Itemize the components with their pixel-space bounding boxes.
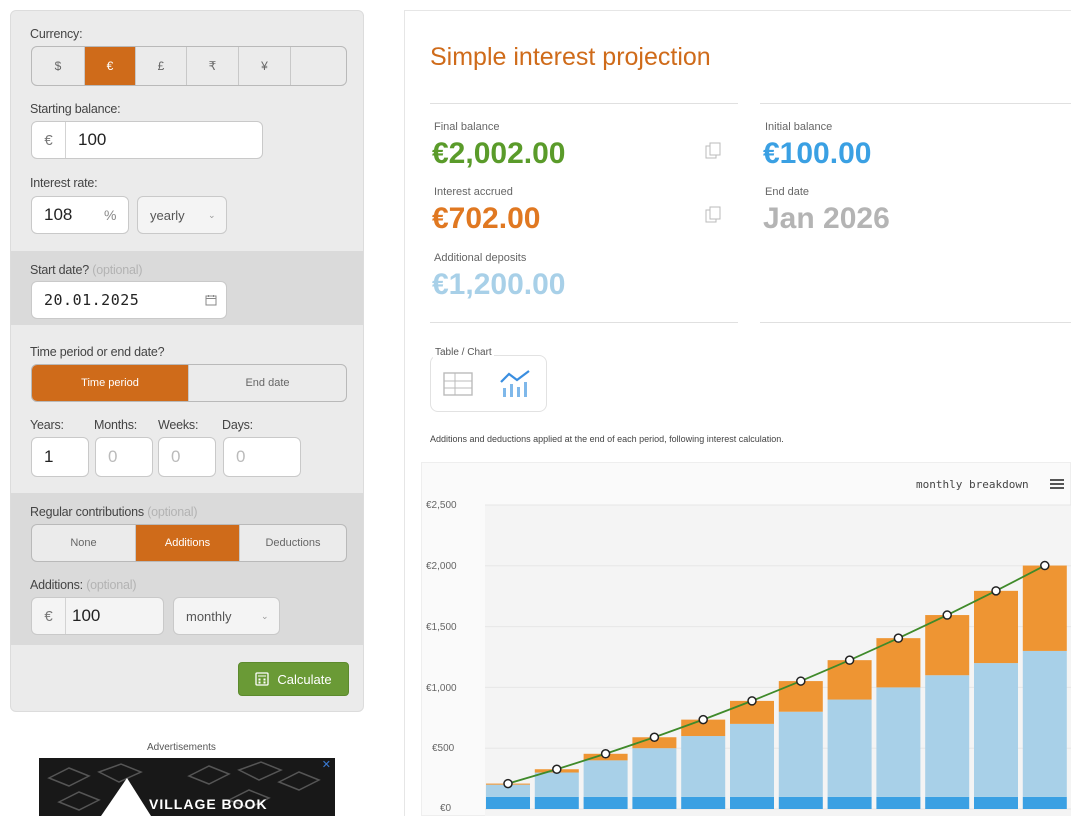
bar-base-segment[interactable] (681, 796, 726, 809)
bar-deposits-segment[interactable] (583, 760, 628, 797)
bar-deposits-segment[interactable] (730, 723, 774, 797)
bar-base-segment[interactable] (486, 796, 530, 809)
bar-base-segment[interactable] (876, 796, 921, 809)
balance-point[interactable] (844, 655, 855, 665)
balance-point[interactable] (747, 696, 757, 706)
bar-base-segment[interactable] (974, 796, 1018, 809)
bar-base-segment[interactable] (925, 796, 970, 809)
bar-deposits-segment[interactable] (1022, 650, 1067, 797)
bar-base-segment[interactable] (730, 796, 774, 809)
bar-interest-segment[interactable] (1022, 565, 1067, 651)
balance-point[interactable] (1040, 560, 1050, 571)
bar-deposits-segment[interactable] (974, 663, 1018, 797)
bar-interest-segment[interactable] (925, 615, 970, 676)
bar-interest-segment[interactable] (974, 590, 1018, 664)
balance-point[interactable] (942, 610, 952, 620)
bar-base-segment[interactable] (778, 796, 823, 809)
bar-deposits-segment[interactable] (681, 736, 726, 797)
bar-base-segment[interactable] (632, 796, 677, 809)
bar-deposits-segment[interactable] (827, 699, 872, 797)
bar-deposits-segment[interactable] (876, 687, 921, 797)
bar-base-segment[interactable] (534, 796, 579, 809)
bar-deposits-segment[interactable] (632, 748, 677, 797)
bar-base-segment[interactable] (1022, 796, 1067, 809)
balance-point[interactable] (698, 714, 708, 725)
balance-point[interactable] (600, 749, 611, 759)
bar-deposits-segment[interactable] (925, 675, 970, 797)
bar-base-segment[interactable] (827, 796, 872, 809)
bar-deposits-segment[interactable] (778, 711, 823, 797)
balance-point[interactable] (649, 732, 660, 743)
projection-chart (485, 504, 1071, 816)
balance-point[interactable] (503, 778, 513, 789)
balance-point[interactable] (552, 764, 562, 774)
bar-deposits-segment[interactable] (534, 772, 579, 797)
bar-base-segment[interactable] (583, 796, 628, 809)
balance-point[interactable] (796, 676, 806, 686)
balance-point[interactable] (991, 586, 1001, 596)
balance-point[interactable] (893, 633, 904, 643)
